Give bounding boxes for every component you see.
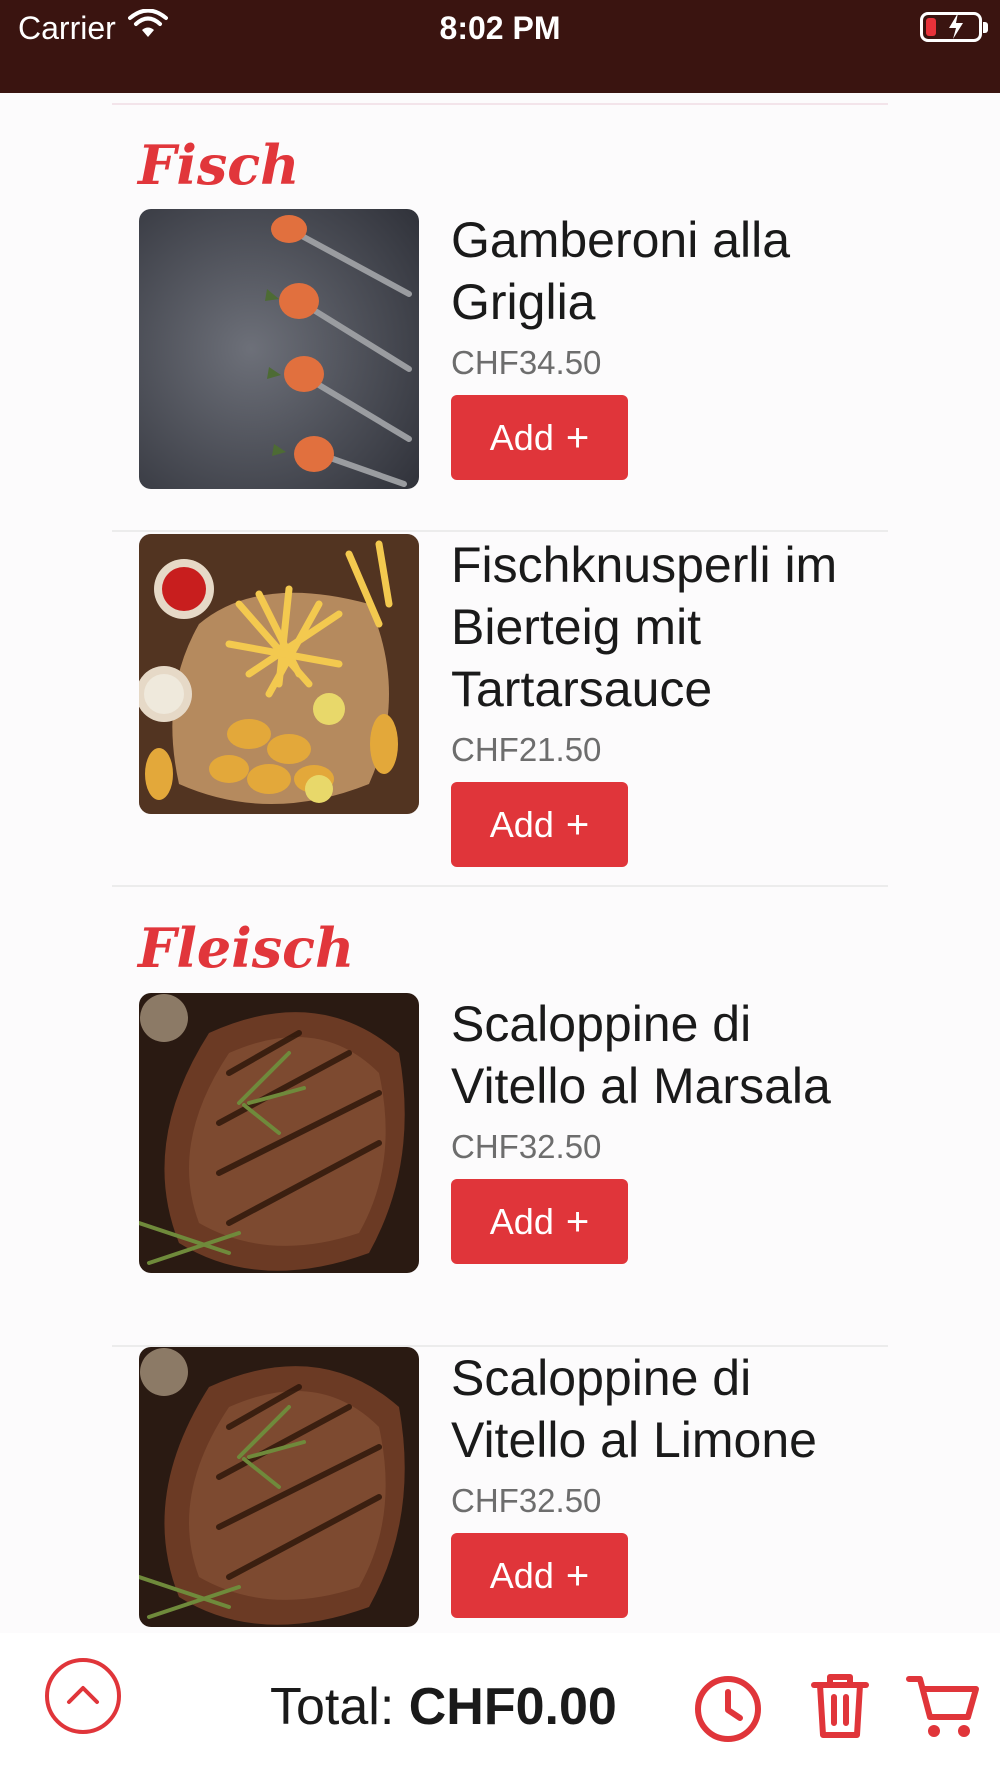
item-price: CHF32.50	[451, 1482, 602, 1519]
add-button[interactable]: Add +	[451, 395, 628, 480]
cart-button[interactable]	[906, 1673, 980, 1741]
order-history-button[interactable]	[693, 1674, 763, 1744]
divider	[112, 530, 888, 532]
total-label: Total:	[270, 1678, 395, 1736]
battery-icon	[920, 12, 988, 42]
item-name: Scaloppine di Vitello al Marsala	[451, 996, 831, 1114]
item-price: CHF32.50	[451, 1128, 602, 1165]
plus-icon: +	[565, 1199, 590, 1244]
add-label: Add	[489, 1554, 554, 1596]
divider	[112, 885, 888, 887]
add-button[interactable]: Add +	[451, 1533, 628, 1618]
plus-icon: +	[565, 802, 590, 847]
item-name: Scaloppine di Vitello al Limone	[451, 1350, 817, 1468]
section-title-fisch: Fisch	[138, 133, 300, 197]
add-button[interactable]: Add +	[451, 1179, 628, 1264]
scroll-to-top-button[interactable]	[44, 1657, 122, 1735]
add-label: Add	[489, 1200, 554, 1242]
food-image-steak	[139, 993, 419, 1273]
food-image-steak	[139, 1347, 419, 1627]
clear-cart-button[interactable]	[810, 1671, 870, 1741]
plus-icon: +	[565, 1553, 590, 1598]
section-title-fleisch: Fleisch	[138, 916, 355, 980]
divider	[112, 103, 888, 105]
cart-icon	[906, 1676, 979, 1737]
item-price: CHF34.50	[451, 344, 602, 381]
add-button[interactable]: Add +	[451, 782, 628, 867]
bottom-bar: Total: CHF0.00	[0, 1633, 1000, 1778]
item-name: Gamberoni alla Griglia	[451, 212, 791, 330]
status-bar: Carrier 8:02 PM	[0, 0, 1000, 93]
clock-icon	[695, 1676, 761, 1742]
menu-list[interactable]: Fisch Gamberoni alla Griglia CHF34.50 Ad…	[0, 93, 1000, 1633]
item-info: Fischknusperli im Bierteig mit Tartarsau…	[451, 534, 871, 867]
item-info: Scaloppine di Vitello al Marsala CHF32.5…	[451, 993, 871, 1264]
item-price: CHF21.50	[451, 731, 602, 768]
total-display: Total: CHF0.00	[270, 1677, 617, 1737]
plus-icon: +	[565, 415, 590, 460]
status-time: 8:02 PM	[439, 10, 561, 46]
item-info: Scaloppine di Vitello al Limone CHF32.50…	[451, 1347, 871, 1618]
trash-icon	[811, 1674, 869, 1738]
chevron-up-icon	[45, 1658, 121, 1734]
add-label: Add	[489, 803, 554, 845]
food-image-shrimp	[139, 209, 419, 489]
item-name: Fischknusperli im Bierteig mit Tartarsau…	[451, 537, 838, 717]
total-value: CHF0.00	[408, 1678, 617, 1736]
item-info: Gamberoni alla Griglia CHF34.50 Add +	[451, 209, 871, 480]
add-label: Add	[489, 416, 554, 458]
food-image-fish-and-chips	[139, 534, 419, 814]
